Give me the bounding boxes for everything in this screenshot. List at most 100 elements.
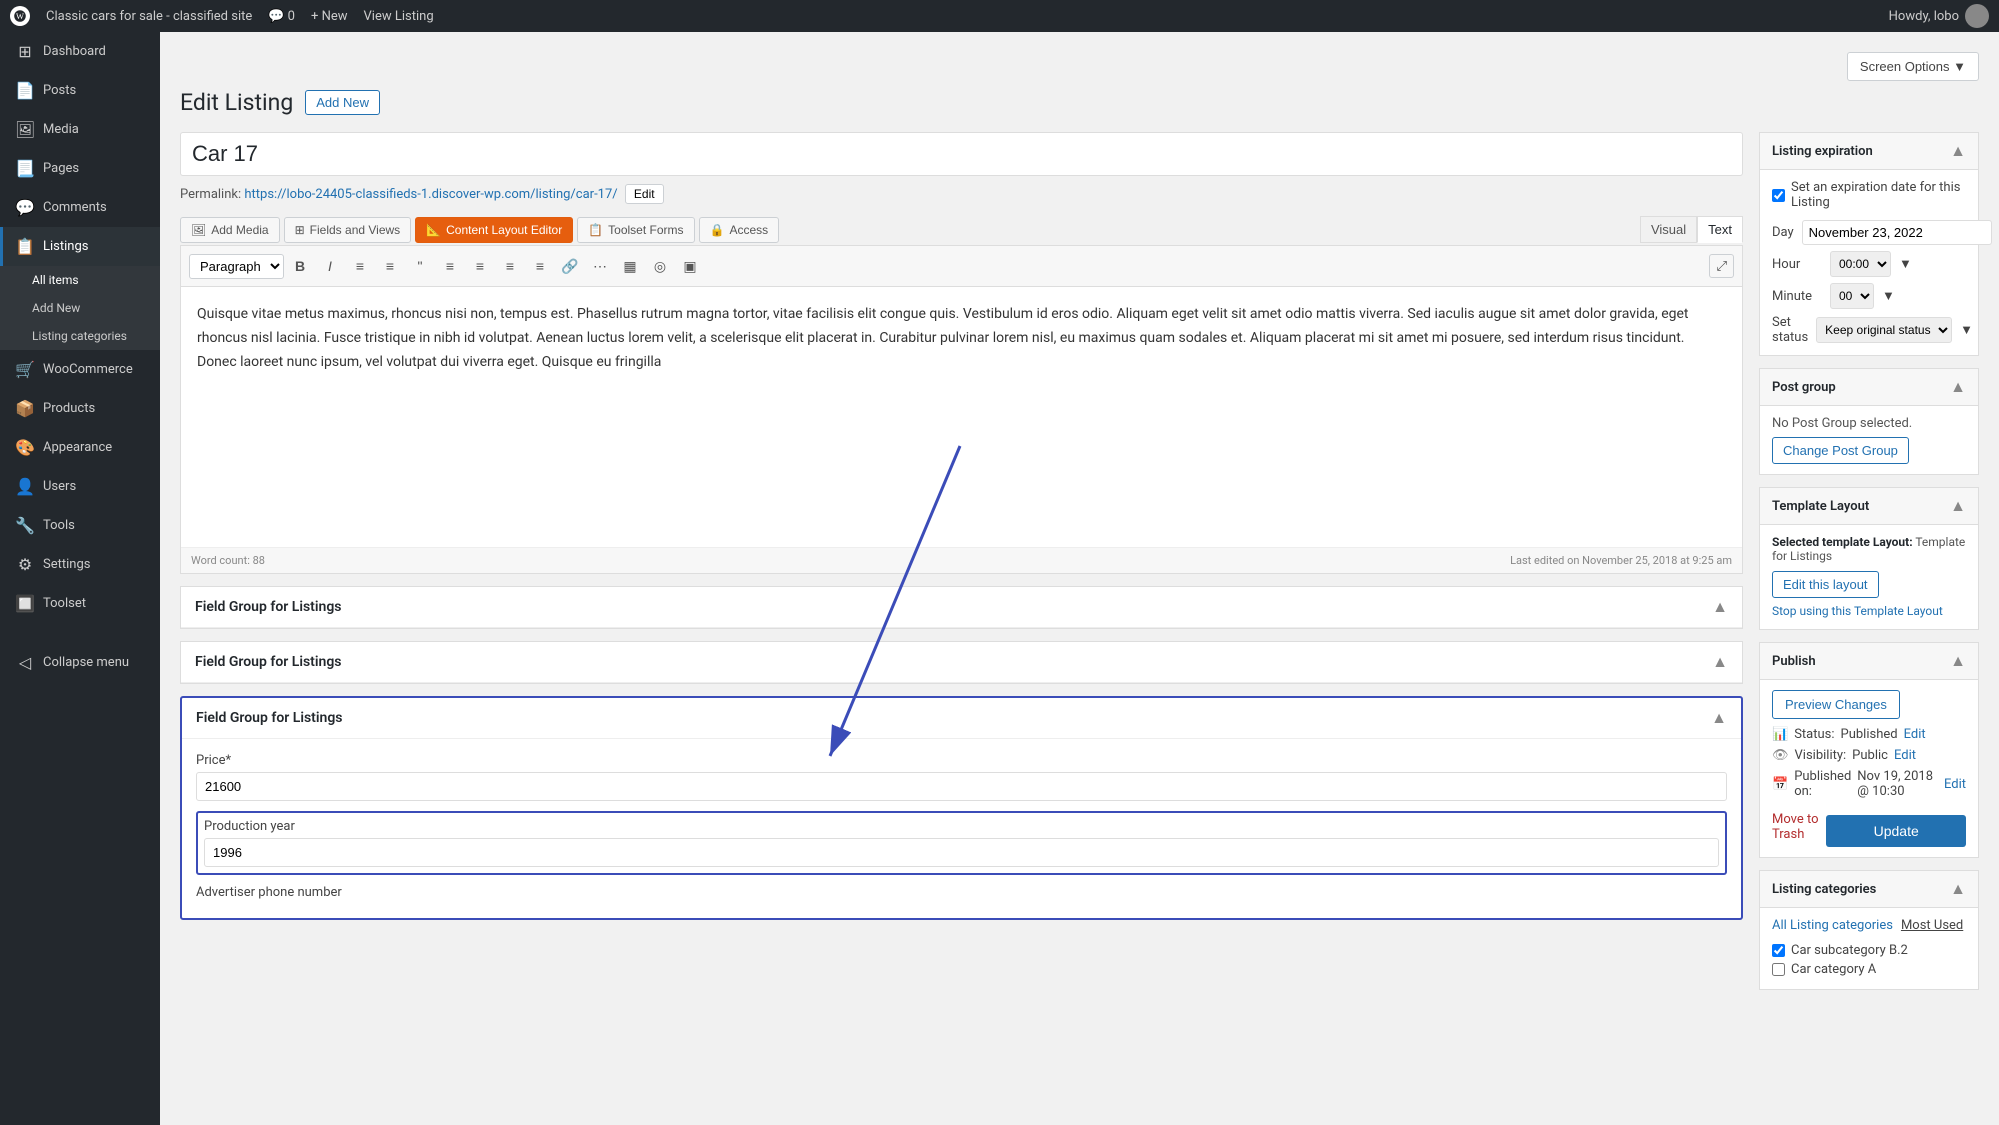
- content-layout-icon: 📐: [426, 223, 441, 237]
- publish-visibility-value: Public: [1852, 748, 1888, 763]
- field-group-1-header[interactable]: Field Group for Listings ▲: [181, 587, 1742, 628]
- italic-button[interactable]: I: [316, 252, 344, 280]
- edit-this-layout-button[interactable]: Edit this layout: [1772, 571, 1879, 598]
- sidebar-item-woocommerce[interactable]: 🛒 WooCommerce: [0, 350, 160, 389]
- content-layout-editor-button[interactable]: 📐 Content Layout Editor: [415, 217, 573, 243]
- sidebar-item-toolset[interactable]: 🔲 Toolset: [0, 584, 160, 623]
- publish-status-row: 📊 Status: Published Edit: [1772, 727, 1966, 742]
- sidebar-item-products[interactable]: 📦 Products: [0, 389, 160, 428]
- publish-header[interactable]: Publish ▲: [1760, 643, 1978, 680]
- sidebar-item-dashboard[interactable]: ⊞ Dashboard: [0, 32, 160, 71]
- sidebar-item-media[interactable]: 🖼 Media: [0, 110, 160, 149]
- collapse-menu[interactable]: ◁ Collapse menu: [0, 643, 160, 682]
- cat-checkbox-1[interactable]: [1772, 944, 1785, 957]
- align-left-button[interactable]: ≡: [436, 252, 464, 280]
- adminbar-comments[interactable]: 💬 0: [268, 9, 295, 24]
- adminbar-new[interactable]: + New: [311, 9, 348, 24]
- listing-expiration-collapse-icon: ▲: [1950, 141, 1966, 161]
- update-button[interactable]: Update: [1826, 815, 1966, 847]
- expiration-checkbox[interactable]: [1772, 189, 1785, 202]
- publish-visibility-edit[interactable]: Edit: [1894, 748, 1916, 763]
- cat-checkbox-2[interactable]: [1772, 963, 1785, 976]
- unordered-list-button[interactable]: ≡: [346, 252, 374, 280]
- tab-visual[interactable]: Visual: [1640, 216, 1697, 243]
- stop-using-link[interactable]: Stop using this Template Layout: [1772, 604, 1943, 618]
- screen-options-button[interactable]: Screen Options ▼: [1847, 52, 1979, 81]
- expiration-status-select[interactable]: Keep original status: [1816, 317, 1952, 343]
- field-group-2-header[interactable]: Field Group for Listings ▲: [181, 642, 1742, 683]
- media-icon: 🖼: [15, 120, 35, 139]
- more-btn2[interactable]: ▦: [616, 252, 644, 280]
- sidebar-item-listings[interactable]: 📋 Listings: [0, 227, 160, 266]
- expiration-minute-row: Minute 00 ▼: [1772, 283, 1966, 309]
- link-button[interactable]: 🔗: [556, 252, 584, 280]
- move-to-trash-link[interactable]: Move to Trash: [1772, 812, 1826, 842]
- cat-filter-most-used[interactable]: Most Used: [1901, 918, 1963, 933]
- status-arrow-icon: ▼: [1960, 322, 1973, 338]
- add-new-button[interactable]: Add New: [305, 90, 380, 115]
- post-group-panel: Post group ▲ No Post Group selected. Cha…: [1759, 368, 1979, 475]
- change-post-group-button[interactable]: Change Post Group: [1772, 437, 1909, 464]
- bold-button[interactable]: B: [286, 252, 314, 280]
- align-center-button[interactable]: ≡: [466, 252, 494, 280]
- expiration-hour-row: Hour 00:00 ▼: [1772, 251, 1966, 277]
- sidebar-item-all-items[interactable]: All items: [32, 266, 160, 294]
- sidebar-item-comments[interactable]: 💬 Comments: [0, 188, 160, 227]
- align-right-button[interactable]: ≡: [496, 252, 524, 280]
- sidebar-item-pages[interactable]: 📃 Pages: [0, 149, 160, 188]
- toolset-forms-button[interactable]: 📋 Toolset Forms: [577, 217, 694, 243]
- expand-editor-button[interactable]: ⤢: [1709, 254, 1734, 278]
- fields-and-views-button[interactable]: ⊞ Fields and Views: [284, 217, 412, 243]
- template-layout-header[interactable]: Template Layout ▲: [1760, 488, 1978, 525]
- post-title-input[interactable]: [180, 132, 1743, 176]
- post-group-header[interactable]: Post group ▲: [1760, 369, 1978, 406]
- cat-label-1: Car subcategory B.2: [1791, 943, 1908, 958]
- more-btn4[interactable]: ▣: [676, 252, 704, 280]
- sidebar-item-label: Settings: [43, 557, 90, 572]
- cat-filter-all[interactable]: All Listing categories: [1772, 918, 1893, 933]
- template-desc: Selected template Layout: Template for L…: [1772, 535, 1966, 563]
- sidebar-item-add-new[interactable]: Add New: [32, 294, 160, 322]
- expiration-day-input[interactable]: [1802, 220, 1992, 245]
- production-year-label: Production year: [204, 819, 1719, 834]
- sidebar-item-posts[interactable]: 📄 Posts: [0, 71, 160, 110]
- sidebar-item-listing-categories[interactable]: Listing categories: [32, 322, 160, 350]
- add-media-button[interactable]: 🖼 Add Media: [180, 217, 280, 243]
- more-btn1[interactable]: ⋯: [586, 252, 614, 280]
- sidebar-item-tools[interactable]: 🔧 Tools: [0, 506, 160, 545]
- adminbar-site-name[interactable]: Classic cars for sale - classified site: [46, 9, 252, 24]
- calendar-pub-icon: 📅: [1772, 777, 1788, 792]
- production-year-input[interactable]: [204, 838, 1719, 867]
- align-justify-button[interactable]: ≡: [526, 252, 554, 280]
- blockquote-button[interactable]: ": [406, 252, 434, 280]
- add-media-icon: 🖼: [191, 223, 206, 237]
- expiration-hour-select[interactable]: 00:00: [1830, 251, 1891, 277]
- last-edited: Last edited on November 25, 2018 at 9:25…: [1510, 554, 1732, 567]
- field-group-3-header[interactable]: Field Group for Listings ▲: [182, 698, 1741, 739]
- listing-categories-header[interactable]: Listing categories ▲: [1760, 871, 1978, 908]
- publish-status-edit[interactable]: Edit: [1904, 727, 1926, 742]
- tab-text[interactable]: Text: [1697, 216, 1743, 243]
- preview-changes-button[interactable]: Preview Changes: [1772, 690, 1900, 719]
- ordered-list-button[interactable]: ≡: [376, 252, 404, 280]
- sidebar-item-settings[interactable]: ⚙ Settings: [0, 545, 160, 584]
- sidebar-item-appearance[interactable]: 🎨 Appearance: [0, 428, 160, 467]
- permalink-label: Permalink:: [180, 187, 241, 202]
- more-btn3[interactable]: ◎: [646, 252, 674, 280]
- listing-expiration-panel: Listing expiration ▲ Set an expiration d…: [1759, 132, 1979, 356]
- listing-expiration-header[interactable]: Listing expiration ▲: [1760, 133, 1978, 170]
- listing-categories-body: All Listing categories Most Used Car sub…: [1760, 908, 1978, 989]
- wp-logo[interactable]: W: [10, 6, 30, 26]
- permalink-edit-button[interactable]: Edit: [625, 184, 664, 204]
- sidebar-item-users[interactable]: 👤 Users: [0, 467, 160, 506]
- price-input[interactable]: [196, 772, 1727, 801]
- publish-published-edit[interactable]: Edit: [1944, 777, 1966, 792]
- editor-tabs: Visual Text: [1640, 216, 1743, 243]
- access-button[interactable]: 🔒 Access: [699, 217, 780, 243]
- expiration-minute-select[interactable]: 00: [1830, 283, 1874, 309]
- adminbar-view-listing[interactable]: View Listing: [364, 9, 434, 24]
- permalink-url[interactable]: https://lobo-24405-classifieds-1.discove…: [244, 187, 617, 202]
- sidebar-item-label: Media: [43, 122, 79, 137]
- format-select[interactable]: Paragraph: [189, 254, 284, 279]
- editor-content[interactable]: Quisque vitae metus maximus, rhoncus nis…: [181, 287, 1742, 547]
